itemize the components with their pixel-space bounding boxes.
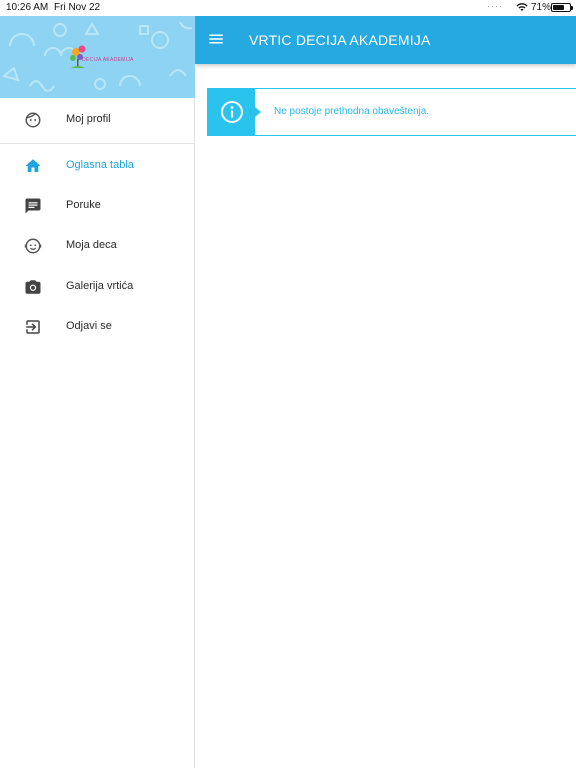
status-bar: 10:26 AM Fri Nov 22 ···· 71% [0, 0, 576, 16]
nav-item-odjavi-se[interactable]: Odjavi se [0, 307, 195, 347]
face-icon [25, 112, 41, 128]
nav-item-galerija-vrtica[interactable]: Galerija vrtića [0, 267, 195, 307]
nav-item-moja-deca[interactable]: Moja deca [0, 226, 195, 266]
notice-pointer [255, 107, 261, 117]
notice-message: Ne postoje prethodna obaveštenja. [274, 106, 430, 117]
nav-label: Moj profil [66, 113, 111, 125]
notice-alert: Ne postoje prethodna obaveštenja. [207, 88, 576, 136]
battery-percent: 71% [531, 2, 552, 13]
nav-item-poruke[interactable]: Poruke [0, 186, 195, 226]
baby-face-icon [24, 238, 42, 254]
logout-icon [26, 320, 40, 334]
nav-label: Oglasna tabla [66, 159, 134, 171]
status-date: Fri Nov 22 [54, 2, 101, 13]
wifi-icon [516, 3, 528, 11]
camera-icon [25, 280, 41, 294]
nav-item-moj-profil[interactable]: Moj profil [0, 100, 195, 140]
nav-item-oglasna-tabla[interactable]: Oglasna tabla [0, 146, 195, 186]
nav-label: Odjavi se [66, 320, 112, 332]
status-time: 10:26 AM [6, 2, 49, 13]
logo-wordmark: DECIJA AKADEMIJA [82, 57, 134, 63]
hamburger-icon[interactable] [207, 30, 225, 48]
drawer-header: DECIJA AKADEMIJA [0, 16, 195, 98]
nav-label: Galerija vrtića [66, 280, 134, 292]
battery-fill [553, 5, 565, 10]
battery-icon [551, 3, 573, 12]
app-bar: VRTIC DECIJA AKADEMIJA [195, 16, 576, 64]
home-icon [25, 159, 41, 172]
nav-label: Poruke [66, 199, 101, 211]
info-icon [221, 101, 243, 123]
notice-icon-stripe [208, 89, 255, 135]
page-title: VRTIC DECIJA AKADEMIJA [249, 32, 431, 48]
navigation-drawer: DECIJA AKADEMIJA Moj profil Oglasna tabl… [0, 16, 195, 768]
nav-label: Moja deca [66, 239, 117, 251]
drawer-divider [0, 143, 195, 144]
message-icon [25, 198, 41, 214]
multitask-dots-icon: ···· [487, 1, 503, 11]
